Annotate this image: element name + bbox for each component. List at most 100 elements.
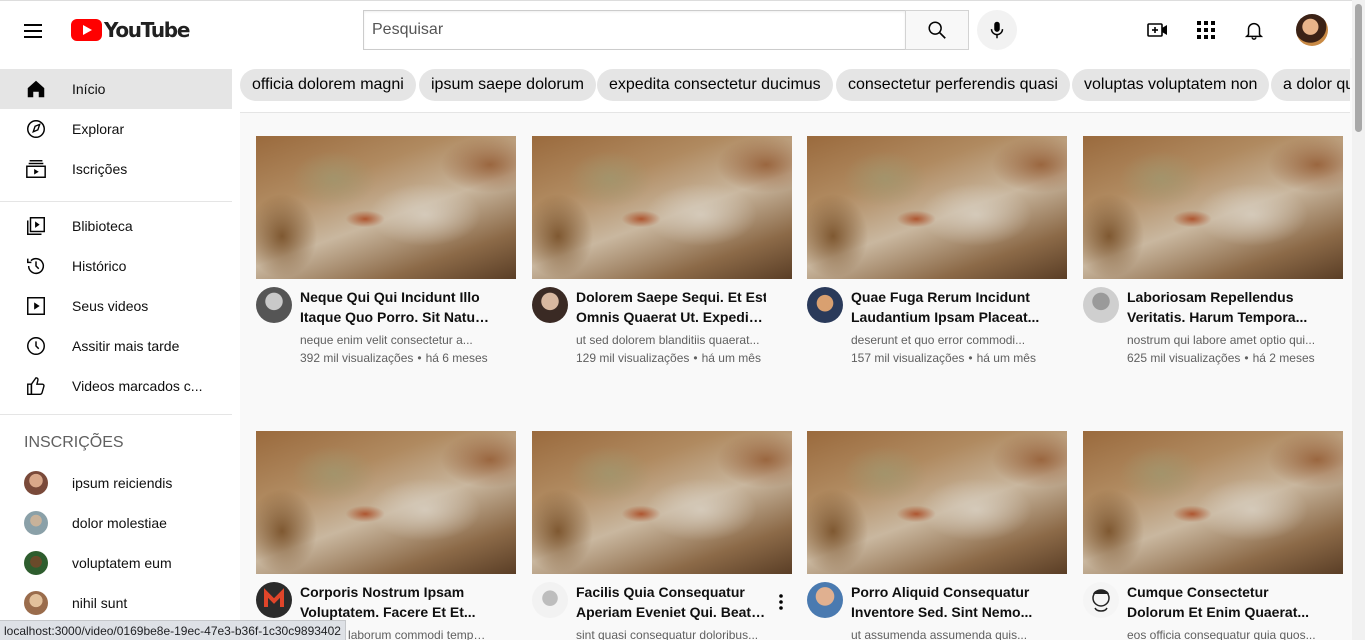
menu-icon[interactable] xyxy=(24,21,48,39)
filter-chip[interactable]: officia dolorem magni xyxy=(240,69,416,101)
channel-avatar[interactable] xyxy=(1083,287,1119,323)
youtube-logo[interactable]: YouTube xyxy=(71,16,190,44)
bell-icon xyxy=(1244,22,1264,40)
subscription-item[interactable]: voluptatem eum xyxy=(0,543,232,583)
sidebar-item-label: Explorar xyxy=(72,121,125,137)
video-thumbnail[interactable] xyxy=(807,136,1067,279)
compass-icon xyxy=(24,117,48,141)
sidebar-divider xyxy=(0,414,232,415)
voice-search-button[interactable] xyxy=(977,10,1017,50)
search-icon xyxy=(928,21,946,39)
video-title-line: Laboriosam Repellendus xyxy=(1127,289,1294,305)
video-title-line: Laudantium Ipsam Placeat... xyxy=(851,309,1040,325)
channel-avatar xyxy=(24,511,48,535)
video-description[interactable]: eos officia consequatur quia quos... xyxy=(1127,628,1317,640)
channel-avatar[interactable] xyxy=(807,582,843,618)
video-description[interactable]: neque enim velit consectetur a... xyxy=(300,333,490,347)
subscription-item[interactable]: ipsum reiciendis xyxy=(0,463,232,503)
video-title[interactable]: Quae Fuga Rerum Incidunt Laudantium Ipsam… xyxy=(851,287,1041,327)
video-title[interactable]: Laboriosam Repellendus Veritatis. Harum T… xyxy=(1127,287,1317,327)
video-description[interactable]: ut assumenda assumenda quis... xyxy=(851,628,1041,640)
sidebar-item-history[interactable]: Histórico xyxy=(0,246,232,286)
channel-avatar xyxy=(24,591,48,615)
channel-avatar[interactable] xyxy=(256,582,292,618)
video-thumbnail[interactable] xyxy=(807,431,1067,574)
subscription-item[interactable]: dolor molestiae xyxy=(0,503,232,543)
filter-chip[interactable]: ipsum saepe dolorum xyxy=(419,69,596,101)
video-title-line: Voluptatem. Facere Et Et... xyxy=(300,604,476,620)
user-avatar[interactable] xyxy=(1296,14,1328,46)
video-thumbnail[interactable] xyxy=(532,431,792,574)
meta-dot: • xyxy=(968,351,973,365)
apps-grid-icon xyxy=(1197,21,1215,39)
video-description[interactable]: sint quasi consequatur doloribus... xyxy=(576,628,766,640)
video-meta: 625 mil visualizações • há 2 meses xyxy=(1127,351,1342,365)
sidebar-item-your-videos[interactable]: Seus videos xyxy=(0,286,232,326)
upload-age: há um mês xyxy=(976,351,1036,365)
video-thumbnail[interactable] xyxy=(1083,136,1343,279)
video-title[interactable]: Corporis Nostrum Ipsam Voluptatem. Facere… xyxy=(300,582,490,622)
video-thumbnail[interactable] xyxy=(256,431,516,574)
sidebar-item-liked-videos[interactable]: Videos marcados c... xyxy=(0,366,232,406)
sidebar-item-home[interactable]: Início xyxy=(0,69,232,109)
watch-later-icon xyxy=(24,334,48,358)
video-title-line: Corporis Nostrum Ipsam xyxy=(300,584,465,600)
video-description[interactable]: nostrum qui labore amet optio qui... xyxy=(1127,333,1317,347)
page-scrollbar[interactable] xyxy=(1352,0,1365,640)
sidebar-item-subscriptions[interactable]: Iscrições xyxy=(0,149,232,189)
video-title-line: Dolorem Saepe Sequi. Et Est xyxy=(576,289,766,305)
subscription-label: dolor molestiae xyxy=(72,515,167,531)
video-title[interactable]: Porro Aliquid Consequatur Inventore Sed. … xyxy=(851,582,1041,622)
notifications-button[interactable] xyxy=(1242,18,1266,42)
play-logo-icon xyxy=(71,19,102,41)
filter-chips-bar: officia dolorem magni ipsum saepe doloru… xyxy=(240,58,1350,113)
subscriptions-icon xyxy=(24,157,48,181)
video-thumbnail[interactable] xyxy=(256,136,516,279)
video-title[interactable]: Neque Qui Qui Incidunt Illo Itaque Quo Po… xyxy=(300,287,490,327)
sidebar-item-label: Iscrições xyxy=(72,161,128,177)
channel-avatar[interactable] xyxy=(532,582,568,618)
video-description[interactable]: deserunt et quo error commodi... xyxy=(851,333,1041,347)
video-title-line: Aperiam Eveniet Qui. Beata... xyxy=(576,604,766,620)
channel-avatar[interactable] xyxy=(532,287,568,323)
filter-chip[interactable]: a dolor quia xyxy=(1271,69,1350,101)
meta-dot: • xyxy=(1244,351,1249,365)
filter-chip[interactable]: consectetur perferendis quasi xyxy=(836,69,1070,101)
subscription-item[interactable]: nihil sunt xyxy=(0,583,232,623)
video-meta: 392 mil visualizações • há 6 meses xyxy=(300,351,515,365)
sidebar-item-library[interactable]: Blibioteca xyxy=(0,206,232,246)
upload-age: há um mês xyxy=(701,351,761,365)
video-title-line: Neque Qui Qui Incidunt Illo xyxy=(300,289,480,305)
apps-button[interactable] xyxy=(1194,18,1218,42)
video-title[interactable]: Dolorem Saepe Sequi. Et Est Omnis Quaerat… xyxy=(576,287,766,327)
filter-chip[interactable]: expedita consectetur ducimus xyxy=(597,69,833,101)
history-icon xyxy=(24,254,48,278)
channel-avatar[interactable] xyxy=(256,287,292,323)
filter-chip[interactable]: voluptas voluptatem non xyxy=(1072,69,1270,101)
view-count: 392 mil visualizações xyxy=(300,351,414,365)
sidebar-item-explore[interactable]: Explorar xyxy=(0,109,232,149)
video-title[interactable]: Facilis Quia Consequatur Aperiam Eveniet … xyxy=(576,582,766,622)
sidebar-item-watch-later[interactable]: Assitir mais tarde xyxy=(0,326,232,366)
video-thumbnail[interactable] xyxy=(1083,431,1343,574)
search-input[interactable] xyxy=(363,10,905,50)
channel-avatar[interactable] xyxy=(807,287,843,323)
sidebar: Início Explorar Iscrições Blibioteca His… xyxy=(0,58,240,640)
more-actions-button[interactable] xyxy=(771,590,791,614)
search-button[interactable] xyxy=(905,10,969,50)
video-title-line: Facilis Quia Consequatur xyxy=(576,584,745,600)
scrollbar-thumb[interactable] xyxy=(1355,4,1362,132)
video-description[interactable]: ut sed dolorem blanditiis quaerat... xyxy=(576,333,766,347)
subscription-label: voluptatem eum xyxy=(72,555,172,571)
video-title[interactable]: Cumque Consectetur Dolorum Et Enim Quaera… xyxy=(1127,582,1317,622)
create-video-button[interactable] xyxy=(1146,18,1170,42)
channel-avatar xyxy=(24,551,48,575)
thumbs-up-icon xyxy=(24,374,48,398)
video-meta: 157 mil visualizações • há um mês xyxy=(851,351,1066,365)
video-thumbnail[interactable] xyxy=(532,136,792,279)
sidebar-item-label: Blibioteca xyxy=(72,218,133,234)
sidebar-item-label: Início xyxy=(72,81,106,97)
view-count: 157 mil visualizações xyxy=(851,351,965,365)
upload-age: há 2 meses xyxy=(1252,351,1315,365)
channel-avatar[interactable] xyxy=(1083,582,1119,618)
